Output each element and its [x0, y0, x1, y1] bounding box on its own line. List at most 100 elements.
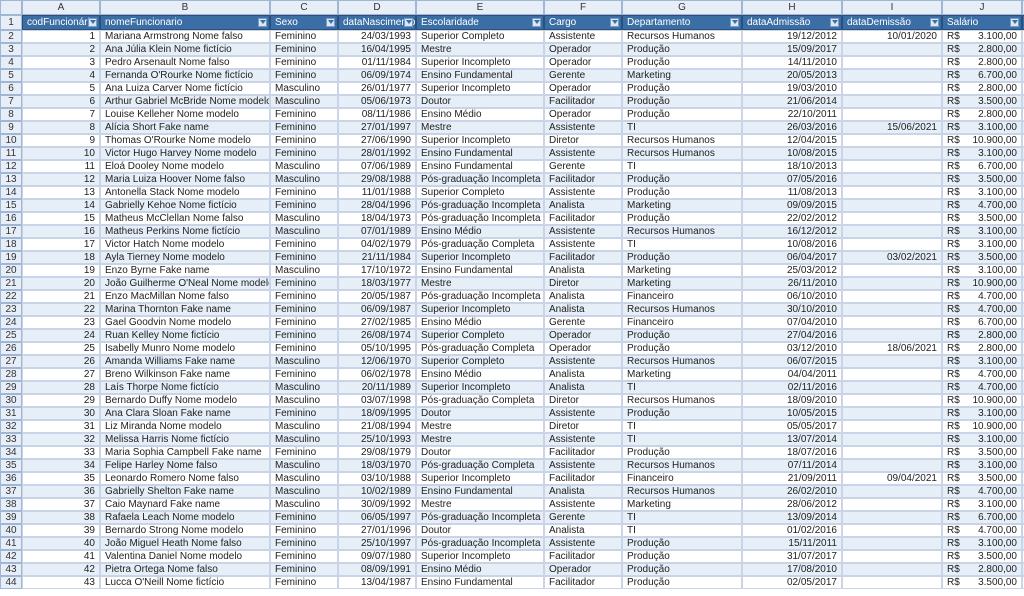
cell[interactable]: Produção: [622, 537, 742, 550]
cell[interactable]: 02/11/2016: [742, 381, 842, 394]
cell[interactable]: Liz Miranda Nome modelo: [100, 420, 270, 433]
cell[interactable]: [842, 43, 942, 56]
cell[interactable]: Assistente: [544, 498, 622, 511]
cell[interactable]: Ensino Fundamental: [416, 147, 544, 160]
cell[interactable]: Recursos Humanos: [622, 394, 742, 407]
cell[interactable]: 16/12/2012: [742, 225, 842, 238]
cell[interactable]: Operador: [544, 342, 622, 355]
cell[interactable]: 18/09/1995: [338, 407, 416, 420]
row-header[interactable]: 18: [0, 238, 22, 251]
cell[interactable]: Ana Júlia Klein Nome fictício: [100, 43, 270, 56]
cell[interactable]: 20/05/2013: [742, 69, 842, 82]
row-header[interactable]: 5: [0, 69, 22, 82]
cell[interactable]: 26/08/1974: [338, 329, 416, 342]
cell[interactable]: Recursos Humanos: [622, 355, 742, 368]
cell[interactable]: Pós-graduação Completa: [416, 394, 544, 407]
cell[interactable]: Ana Luiza Carver Nome fictício: [100, 82, 270, 95]
cell[interactable]: R$3.500,00: [942, 472, 1022, 485]
cell[interactable]: 01/02/2016: [742, 524, 842, 537]
row-header[interactable]: 42: [0, 550, 22, 563]
cell[interactable]: 21/11/1984: [338, 251, 416, 264]
cell[interactable]: Masculino: [270, 264, 338, 277]
cell[interactable]: [842, 134, 942, 147]
cell[interactable]: Doutor: [416, 524, 544, 537]
cell[interactable]: Feminino: [270, 446, 338, 459]
row-header[interactable]: 14: [0, 186, 22, 199]
row-header[interactable]: 16: [0, 212, 22, 225]
cell[interactable]: Analista: [544, 524, 622, 537]
filter-dropdown-icon[interactable]: [258, 18, 267, 27]
cell[interactable]: Feminino: [270, 342, 338, 355]
cell[interactable]: 7: [22, 108, 100, 121]
cell[interactable]: 26/01/1977: [338, 82, 416, 95]
cell[interactable]: TI: [622, 524, 742, 537]
cell[interactable]: 22: [22, 303, 100, 316]
cell[interactable]: [842, 329, 942, 342]
cell[interactable]: Ana Clara Sloan Fake name: [100, 407, 270, 420]
cell[interactable]: Analista: [544, 368, 622, 381]
cell[interactable]: Produção: [622, 212, 742, 225]
header-6[interactable]: Departamento: [622, 15, 742, 30]
cell[interactable]: 35: [22, 472, 100, 485]
cell[interactable]: R$2.800,00: [942, 82, 1022, 95]
cell[interactable]: Feminino: [270, 134, 338, 147]
cell[interactable]: 31/07/2017: [742, 550, 842, 563]
cell[interactable]: Masculino: [270, 160, 338, 173]
cell[interactable]: Masculino: [270, 485, 338, 498]
cell[interactable]: Victor Hatch Nome modelo: [100, 238, 270, 251]
cell[interactable]: R$6.700,00: [942, 511, 1022, 524]
cell[interactable]: [842, 303, 942, 316]
filter-dropdown-icon[interactable]: [730, 18, 739, 27]
cell[interactable]: Enzo Byrne Fake name: [100, 264, 270, 277]
cell[interactable]: Amanda Williams Fake name: [100, 355, 270, 368]
cell[interactable]: Pietra Ortega Nome falso: [100, 563, 270, 576]
cell[interactable]: [842, 420, 942, 433]
cell[interactable]: Arthur Gabriel McBride Nome modelo: [100, 95, 270, 108]
cell[interactable]: Masculino: [270, 498, 338, 511]
cell[interactable]: 19/03/2010: [742, 82, 842, 95]
cell[interactable]: Feminino: [270, 290, 338, 303]
row-header[interactable]: 2: [0, 30, 22, 43]
cell[interactable]: Feminino: [270, 251, 338, 264]
cell[interactable]: Ensino Fundamental: [416, 485, 544, 498]
cell[interactable]: Gabrielly Kehoe Nome fictício: [100, 199, 270, 212]
cell[interactable]: Superior Completo: [416, 186, 544, 199]
row-header[interactable]: 33: [0, 433, 22, 446]
cell[interactable]: R$3.100,00: [942, 355, 1022, 368]
cell[interactable]: 12/04/2015: [742, 134, 842, 147]
cell[interactable]: 13/07/2014: [742, 433, 842, 446]
row-header[interactable]: 3: [0, 43, 22, 56]
cell[interactable]: 24: [22, 329, 100, 342]
cell[interactable]: Ensino Fundamental: [416, 69, 544, 82]
row-header[interactable]: 9: [0, 121, 22, 134]
cell[interactable]: Enzo MacMillan Nome falso: [100, 290, 270, 303]
cell[interactable]: Diretor: [544, 134, 622, 147]
cell[interactable]: Masculino: [270, 394, 338, 407]
cell[interactable]: Feminino: [270, 30, 338, 43]
cell[interactable]: Pós-graduação Completa: [416, 238, 544, 251]
cell[interactable]: Diretor: [544, 277, 622, 290]
cell[interactable]: Analista: [544, 381, 622, 394]
cell[interactable]: Rafaela Leach Nome modelo: [100, 511, 270, 524]
cell[interactable]: [842, 563, 942, 576]
cell[interactable]: R$10.900,00: [942, 394, 1022, 407]
cell[interactable]: R$3.500,00: [942, 212, 1022, 225]
cell[interactable]: [842, 394, 942, 407]
cell[interactable]: Recursos Humanos: [622, 485, 742, 498]
cell[interactable]: 18/04/1973: [338, 212, 416, 225]
cell[interactable]: 43: [22, 576, 100, 589]
cell[interactable]: Gerente: [544, 160, 622, 173]
cell[interactable]: Feminino: [270, 121, 338, 134]
cell[interactable]: Gabrielly Shelton Fake name: [100, 485, 270, 498]
cell[interactable]: R$4.700,00: [942, 199, 1022, 212]
cell[interactable]: 03/10/1988: [338, 472, 416, 485]
cell[interactable]: Ensino Fundamental: [416, 576, 544, 589]
cell[interactable]: Pós-graduação Incompleta: [416, 212, 544, 225]
cell[interactable]: Superior Incompleto: [416, 134, 544, 147]
cell[interactable]: Masculino: [270, 173, 338, 186]
cell[interactable]: 28/06/2012: [742, 498, 842, 511]
cell[interactable]: [842, 524, 942, 537]
row-header[interactable]: 11: [0, 147, 22, 160]
cell[interactable]: Marketing: [622, 498, 742, 511]
cell[interactable]: [842, 160, 942, 173]
